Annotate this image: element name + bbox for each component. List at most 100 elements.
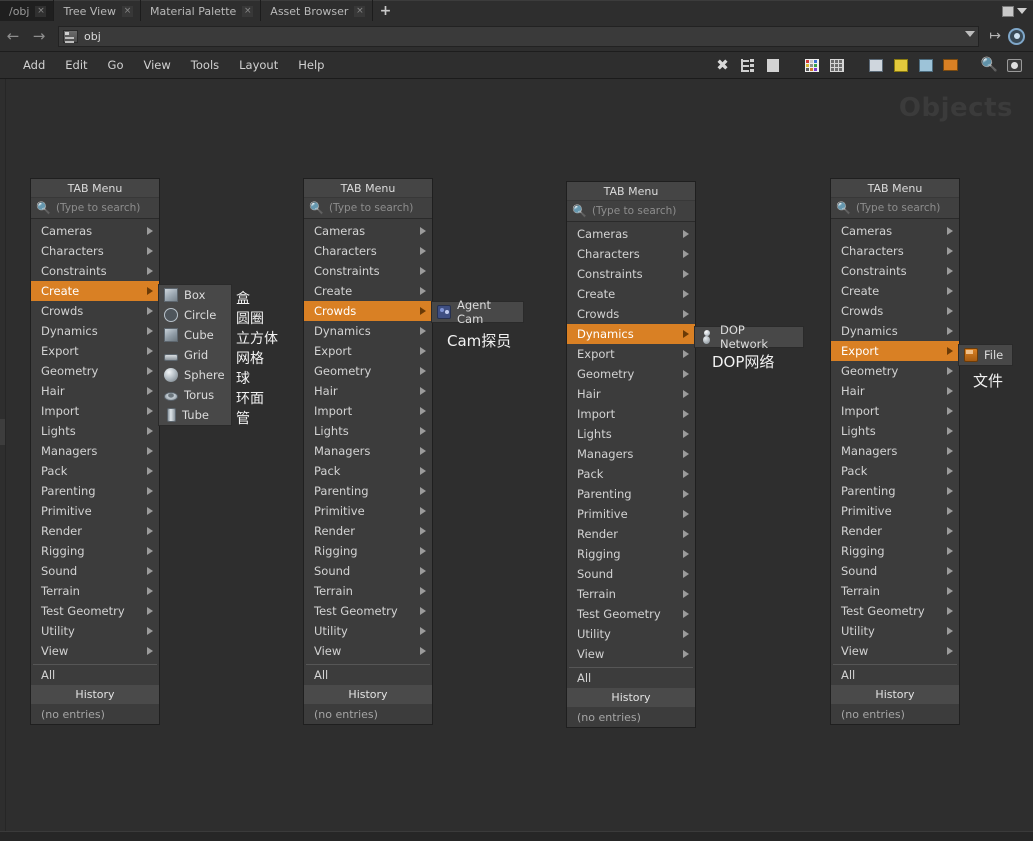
- menu-item-render[interactable]: Render: [304, 521, 432, 541]
- submenu-item-file[interactable]: File: [959, 345, 1012, 365]
- back-button[interactable]: ←: [0, 25, 26, 47]
- menu-item-crowds[interactable]: Crowds: [304, 301, 432, 321]
- network-box-icon[interactable]: [865, 55, 886, 75]
- tab-material-palette[interactable]: Material Palette ×: [141, 0, 261, 21]
- menu-item-primitive[interactable]: Primitive: [31, 501, 159, 521]
- submenu-item-circle[interactable]: Circle: [159, 305, 231, 325]
- menu-item-terrain[interactable]: Terrain: [567, 584, 695, 604]
- menu-item-pack[interactable]: Pack: [31, 461, 159, 481]
- menu-item-primitive[interactable]: Primitive: [831, 501, 959, 521]
- menu-item-cameras[interactable]: Cameras: [31, 221, 159, 241]
- menu-item-terrain[interactable]: Terrain: [831, 581, 959, 601]
- menu-item-render[interactable]: Render: [31, 521, 159, 541]
- submenu-export[interactable]: File: [958, 344, 1013, 366]
- menu-item-characters[interactable]: Characters: [831, 241, 959, 261]
- submenu-item-grid[interactable]: Grid: [159, 345, 231, 365]
- menu-edit[interactable]: Edit: [56, 55, 96, 75]
- close-icon[interactable]: ×: [122, 5, 134, 17]
- menu-item-geometry[interactable]: Geometry: [567, 364, 695, 384]
- image-icon[interactable]: [915, 55, 936, 75]
- menu-item-hair[interactable]: Hair: [567, 384, 695, 404]
- menu-item-test-geometry[interactable]: Test Geometry: [31, 601, 159, 621]
- menu-item-rigging[interactable]: Rigging: [567, 544, 695, 564]
- menu-item-dynamics[interactable]: Dynamics: [304, 321, 432, 341]
- tree-icon[interactable]: [737, 55, 758, 75]
- menu-item-export[interactable]: Export: [304, 341, 432, 361]
- tab-tree-view[interactable]: Tree View ×: [54, 0, 141, 21]
- menu-item-test-geometry[interactable]: Test Geometry: [831, 601, 959, 621]
- menu-item-cameras[interactable]: Cameras: [831, 221, 959, 241]
- menu-item-lights[interactable]: Lights: [567, 424, 695, 444]
- search-input[interactable]: 🔍 (Type to search): [567, 201, 695, 222]
- list-icon[interactable]: [762, 55, 783, 75]
- left-strip-handle[interactable]: [0, 419, 5, 445]
- menu-item-crowds[interactable]: Crowds: [567, 304, 695, 324]
- menu-item-create[interactable]: Create: [31, 281, 159, 301]
- menu-item-terrain[interactable]: Terrain: [31, 581, 159, 601]
- menu-item-constraints[interactable]: Constraints: [31, 261, 159, 281]
- menu-item-utility[interactable]: Utility: [31, 621, 159, 641]
- submenu-crowds[interactable]: Agent Cam: [431, 298, 524, 326]
- new-tab-button[interactable]: +: [373, 0, 398, 21]
- menu-item-utility[interactable]: Utility: [831, 621, 959, 641]
- menu-item-test-geometry[interactable]: Test Geometry: [304, 601, 432, 621]
- menu-item-geometry[interactable]: Geometry: [831, 361, 959, 381]
- notes-icon[interactable]: [890, 55, 911, 75]
- menu-item-dynamics[interactable]: Dynamics: [831, 321, 959, 341]
- menu-item-crowds[interactable]: Crowds: [31, 301, 159, 321]
- menu-item-view[interactable]: View: [304, 641, 432, 661]
- menu-item-render[interactable]: Render: [831, 521, 959, 541]
- menu-item-dynamics[interactable]: Dynamics: [31, 321, 159, 341]
- menu-item-geometry[interactable]: Geometry: [304, 361, 432, 381]
- menu-item-export[interactable]: Export: [31, 341, 159, 361]
- menu-item-create[interactable]: Create: [831, 281, 959, 301]
- menu-item-dynamics[interactable]: Dynamics: [567, 324, 695, 344]
- menu-item-lights[interactable]: Lights: [31, 421, 159, 441]
- wrench-icon[interactable]: ✖: [712, 55, 733, 75]
- tab-menu-panel-create[interactable]: TAB Menu 🔍 (Type to search) Cameras Char…: [30, 178, 160, 725]
- search-input[interactable]: 🔍 (Type to search): [31, 198, 159, 219]
- submenu-item-cube[interactable]: Cube: [159, 325, 231, 345]
- menu-item-geometry[interactable]: Geometry: [31, 361, 159, 381]
- menu-item-view[interactable]: View: [567, 644, 695, 664]
- menu-item-render[interactable]: Render: [567, 524, 695, 544]
- menu-item-characters[interactable]: Characters: [304, 241, 432, 261]
- submenu-dynamics[interactable]: DOP Network: [694, 323, 804, 351]
- menu-item-sound[interactable]: Sound: [567, 564, 695, 584]
- submenu-create[interactable]: Box Circle Cube Grid Sphere Torus Tube: [158, 284, 232, 426]
- menu-item-sound[interactable]: Sound: [831, 561, 959, 581]
- tab-asset-browser[interactable]: Asset Browser ×: [261, 0, 373, 21]
- menu-item-import[interactable]: Import: [31, 401, 159, 421]
- menu-item-managers[interactable]: Managers: [831, 441, 959, 461]
- menu-item-utility[interactable]: Utility: [567, 624, 695, 644]
- path-input[interactable]: obj: [58, 25, 980, 47]
- menu-item-utility[interactable]: Utility: [304, 621, 432, 641]
- menu-item-view[interactable]: View: [831, 641, 959, 661]
- menu-item-create[interactable]: Create: [304, 281, 432, 301]
- menu-item-import[interactable]: Import: [567, 404, 695, 424]
- menu-item-import[interactable]: Import: [304, 401, 432, 421]
- window-icon[interactable]: [1002, 5, 1014, 17]
- submenu-item-sphere[interactable]: Sphere: [159, 365, 231, 385]
- menu-item-all[interactable]: All: [304, 665, 432, 685]
- menu-tools[interactable]: Tools: [182, 55, 228, 75]
- tab-obj[interactable]: /obj ×: [0, 0, 54, 21]
- menu-item-rigging[interactable]: Rigging: [304, 541, 432, 561]
- menu-help[interactable]: Help: [289, 55, 333, 75]
- menu-item-parenting[interactable]: Parenting: [304, 481, 432, 501]
- menu-item-managers[interactable]: Managers: [304, 441, 432, 461]
- menu-item-terrain[interactable]: Terrain: [304, 581, 432, 601]
- menu-layout[interactable]: Layout: [230, 55, 287, 75]
- search-icon[interactable]: 🔍: [979, 55, 1000, 75]
- submenu-item-dop-network[interactable]: DOP Network: [695, 323, 803, 351]
- chevron-down-icon[interactable]: [965, 30, 976, 37]
- search-input[interactable]: 🔍 (Type to search): [831, 198, 959, 219]
- menu-go[interactable]: Go: [99, 55, 133, 75]
- menu-item-sound[interactable]: Sound: [31, 561, 159, 581]
- menu-view[interactable]: View: [135, 55, 180, 75]
- menu-item-all[interactable]: All: [31, 665, 159, 685]
- close-icon[interactable]: ×: [35, 5, 47, 17]
- pin-icon[interactable]: ↦: [989, 28, 1001, 44]
- menu-item-managers[interactable]: Managers: [31, 441, 159, 461]
- eye-icon[interactable]: [1004, 55, 1025, 75]
